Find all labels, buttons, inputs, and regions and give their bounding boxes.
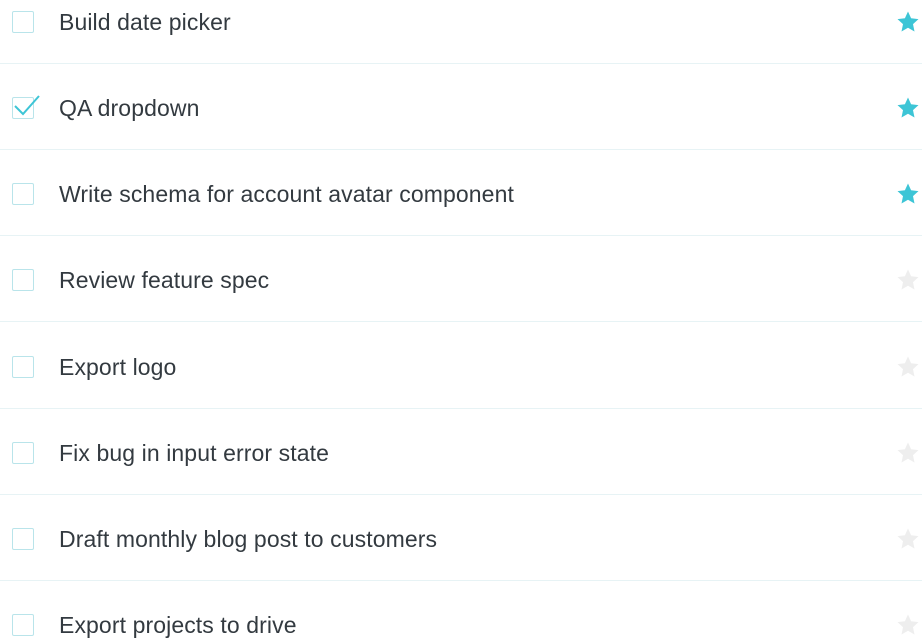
star-icon[interactable] [896, 182, 920, 206]
task-checkbox[interactable] [12, 11, 34, 33]
task-checkbox[interactable] [12, 356, 34, 378]
task-checkbox[interactable] [12, 95, 40, 119]
task-label: Review feature spec [59, 267, 270, 293]
task-checkbox[interactable] [12, 183, 34, 205]
task-label: QA dropdown [59, 95, 200, 121]
task-label: Draft monthly blog post to customers [59, 526, 438, 552]
task-label: Build date picker [59, 9, 231, 35]
task-label: Fix bug in input error state [59, 440, 329, 466]
task-label: Export projects to drive [59, 612, 297, 638]
star-icon[interactable] [896, 613, 920, 637]
task-row[interactable]: Fix bug in input error state [0, 409, 922, 495]
task-row[interactable]: QA dropdown [0, 64, 922, 150]
task-checkbox[interactable] [12, 528, 34, 550]
star-icon[interactable] [896, 527, 920, 551]
task-list: Build date picker QA dropdown Write sche… [0, 0, 922, 640]
star-icon[interactable] [896, 268, 920, 292]
star-icon[interactable] [896, 10, 920, 34]
task-label: Write schema for account avatar componen… [59, 181, 514, 207]
task-row[interactable]: Export logo [0, 323, 922, 409]
task-row[interactable]: Review feature spec [0, 236, 922, 322]
star-icon[interactable] [896, 441, 920, 465]
task-row[interactable]: Build date picker [0, 0, 922, 64]
task-checkbox[interactable] [12, 269, 34, 291]
checkmark-icon [14, 95, 40, 116]
task-row[interactable]: Write schema for account avatar componen… [0, 150, 922, 236]
task-row[interactable]: Export projects to drive [0, 581, 922, 640]
star-icon[interactable] [896, 96, 920, 120]
task-checkbox[interactable] [12, 614, 34, 636]
task-label: Export logo [59, 354, 177, 380]
task-checkbox[interactable] [12, 442, 34, 464]
star-icon[interactable] [896, 355, 920, 379]
row-divider [0, 321, 922, 322]
task-row[interactable]: Draft monthly blog post to customers [0, 495, 922, 581]
